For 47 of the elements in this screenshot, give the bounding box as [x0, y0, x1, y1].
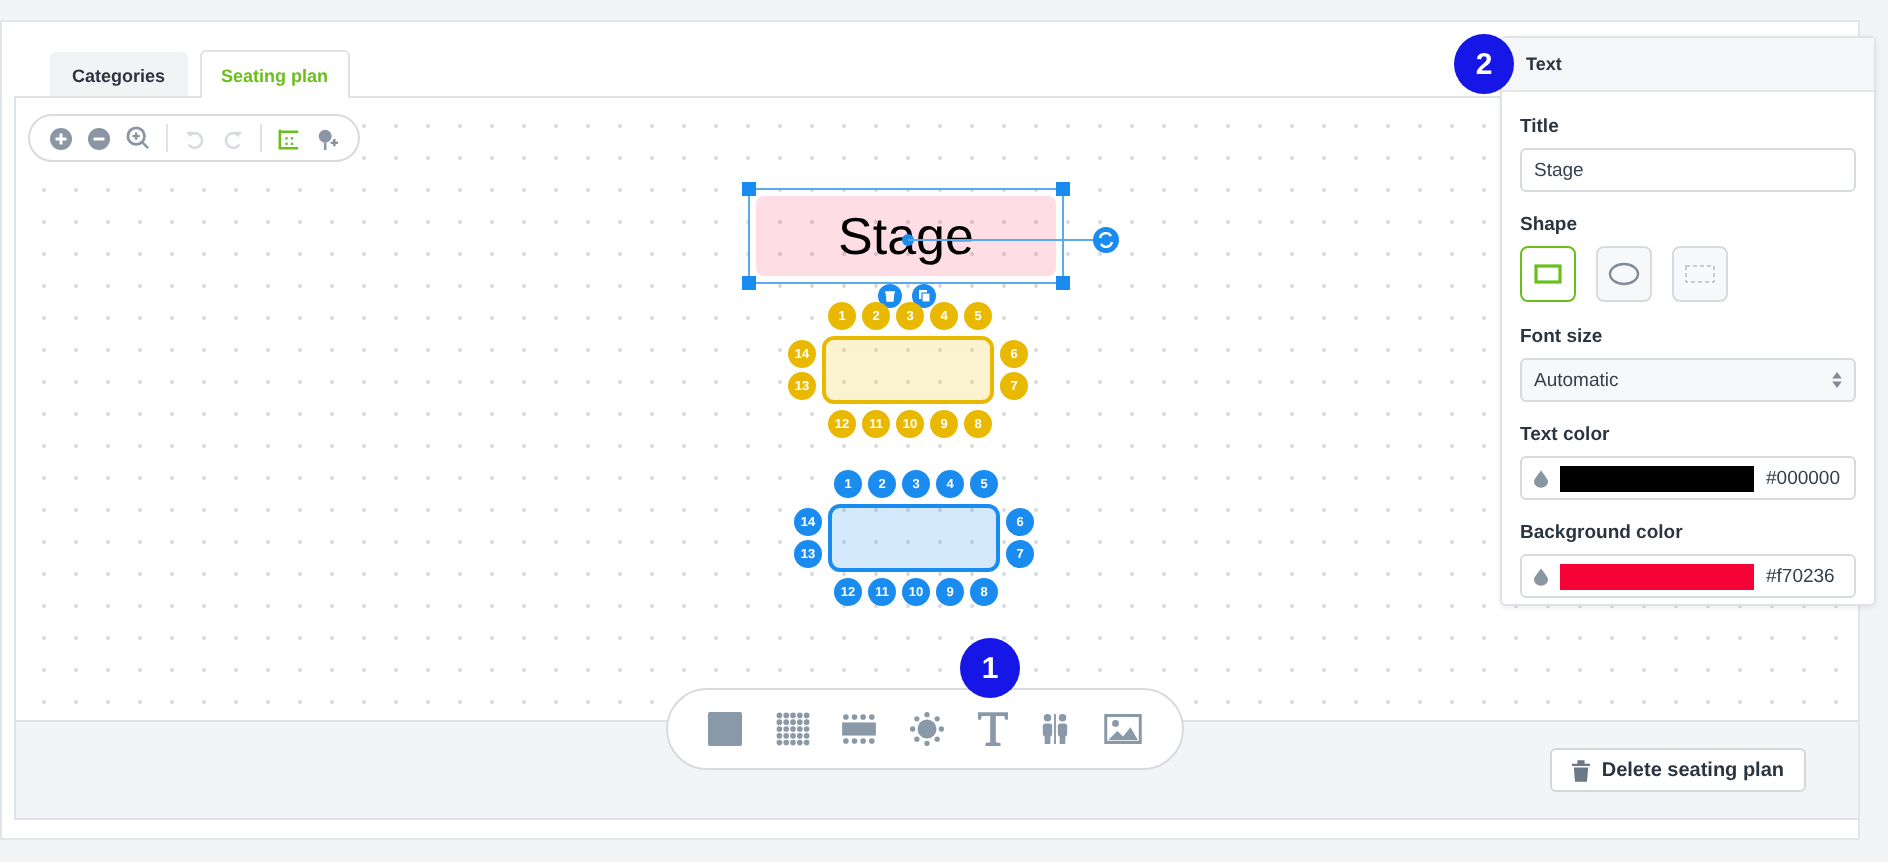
people-icon[interactable]: [1040, 714, 1071, 744]
resize-handle[interactable]: [742, 182, 756, 196]
row-table-icon[interactable]: [842, 714, 877, 744]
background-color-field[interactable]: #f70236: [1520, 554, 1856, 598]
table-shape[interactable]: [828, 504, 1000, 572]
field-label: Font size: [1520, 326, 1605, 348]
dot-grid-icon[interactable]: [775, 712, 810, 746]
field-label: Background color: [1520, 522, 1685, 544]
resize-handle[interactable]: [1056, 182, 1070, 196]
title-field[interactable]: Stage: [1520, 148, 1856, 192]
square-icon[interactable]: [708, 712, 743, 746]
droplet-icon: [1534, 567, 1548, 585]
trash-icon: [1571, 759, 1590, 781]
zoom-fit-icon[interactable]: [126, 126, 150, 150]
droplet-icon: [1534, 469, 1548, 487]
rectangle-icon: [1534, 264, 1562, 284]
field-label: Text color: [1520, 424, 1612, 446]
select-value: Automatic: [1534, 369, 1619, 391]
field-label: Shape: [1520, 214, 1580, 236]
field-label: Title: [1520, 116, 1561, 138]
round-table-icon[interactable]: [909, 712, 944, 746]
shape-option[interactable]: [1672, 246, 1728, 302]
delete-seating-plan-button[interactable]: Delete seating plan: [1549, 748, 1806, 792]
zoom-out-icon[interactable]: [88, 127, 110, 149]
trash-icon[interactable]: [878, 284, 902, 308]
dashed-rectangle-icon: [1684, 264, 1716, 284]
font-size-select[interactable]: Automatic: [1520, 358, 1856, 402]
ellipse-icon: [1608, 262, 1640, 286]
text-tool-icon[interactable]: [977, 712, 1008, 746]
updown-caret-icon: [1832, 372, 1842, 388]
text-color-field[interactable]: #000000: [1520, 456, 1856, 500]
panel-title: Text: [1526, 54, 1562, 74]
shape-option[interactable]: [1520, 246, 1576, 302]
pin-icon[interactable]: [316, 127, 338, 149]
tab[interactable]: Seating plan: [199, 50, 351, 98]
resize-handle[interactable]: [1056, 276, 1070, 290]
zoom-in-icon[interactable]: [50, 127, 72, 149]
shape-option[interactable]: [1596, 246, 1652, 302]
table-shape[interactable]: [822, 336, 994, 404]
grid-icon[interactable]: [278, 127, 300, 149]
color-value: #f70236: [1766, 565, 1835, 587]
callout-badge: 1: [960, 638, 1020, 698]
copy-icon[interactable]: [912, 284, 936, 308]
color-value: #000000: [1766, 467, 1840, 489]
tab[interactable]: Categories: [50, 52, 188, 96]
resize-handle[interactable]: [742, 276, 756, 290]
image-icon[interactable]: [1103, 714, 1142, 744]
